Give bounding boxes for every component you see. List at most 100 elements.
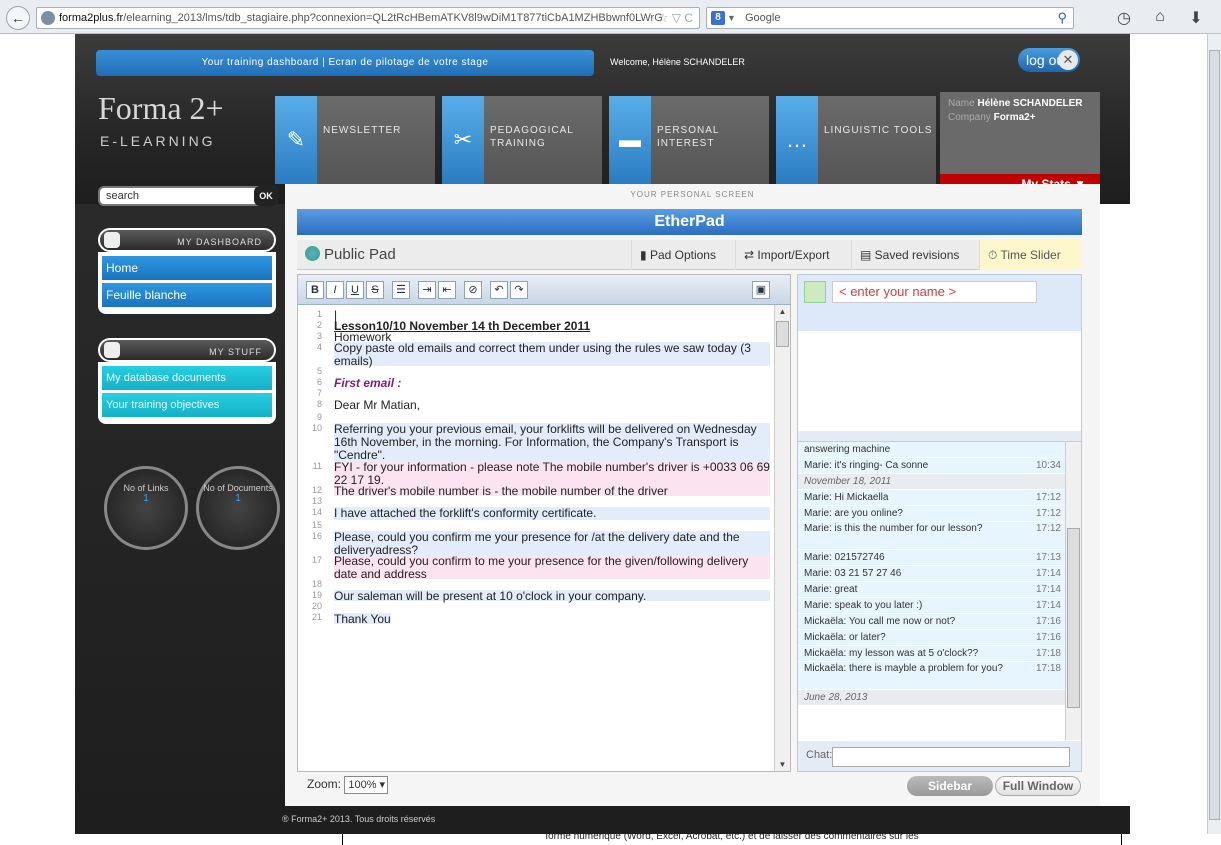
footer-copyright: ® Forma2+ 2013. Tous droits réservés [282, 814, 436, 824]
save-icon[interactable]: ▣ [752, 281, 770, 299]
chat-message: Mickaëla: my lesson was at 5 o'clock?? 17… [798, 646, 1081, 662]
full-window-button[interactable]: Full Window [995, 776, 1081, 796]
chat-text: Mickaëla: there is mayble a problem for … [804, 663, 1003, 674]
chat-input[interactable] [832, 747, 1070, 767]
sidebar-item-feuille-blanche[interactable]: Feuille blanche [102, 283, 272, 307]
panel-title: MY DASHBOARD [177, 237, 262, 247]
bold-button[interactable]: B [306, 281, 324, 299]
editor-line: I have attached the forklift's conformit… [334, 507, 770, 520]
editor-line: Thank You [334, 612, 391, 626]
scroll-down-icon[interactable]: ▼ [776, 758, 789, 771]
nav-linguistic-tools[interactable]: … LINGUISTIC TOOLS [776, 96, 936, 184]
address-bar[interactable]: forma2plus.fr/elearning_2013/lms/tdb_sta… [36, 7, 700, 29]
scroll-thumb[interactable] [776, 321, 789, 347]
sidebar-item-database-documents[interactable]: My database documents [102, 366, 272, 390]
url-actions-icon[interactable]: ☆ ▽ C [658, 8, 693, 28]
zoom-value: 100% [348, 779, 377, 791]
home-icon[interactable]: ⌂ [1150, 8, 1170, 26]
history-icon[interactable]: ◷ [1114, 8, 1134, 28]
tab-pad-options[interactable]: ▮ Pad Options [631, 240, 735, 270]
bullet-list-icon[interactable]: ☰ [392, 281, 410, 299]
user-color-swatch[interactable] [804, 281, 826, 303]
tab-time-slider[interactable]: ⏱ Time Slider [979, 240, 1082, 270]
sidebar-toggle-button[interactable]: Sidebar [907, 776, 993, 796]
undo-icon[interactable]: ↶ [490, 281, 508, 299]
pad-text[interactable]: | Lesson10/10 November 14 th December 20… [334, 309, 770, 769]
chat-messages: answering machine Marie: it's ringing- Ca… [798, 442, 1081, 706]
redo-icon[interactable]: ↷ [510, 281, 528, 299]
sidebar-item-training-objectives[interactable]: Your training objectives [102, 393, 272, 417]
chat-time: 10:34 [1035, 460, 1061, 471]
google-icon[interactable]: 8 [711, 11, 725, 25]
chat-message: Marie: is this the number for our lesson… [798, 522, 1081, 550]
pad-editor[interactable]: B I U S ☰ ⇥ ⇤ ⊘ ↶ ↷ ▣ 1 2 3 4 5 6 7 8 9 10 11 12 13 1… [297, 274, 791, 772]
chat-message: Marie: Hi Mickaella 17:12 [798, 490, 1081, 506]
editor-line: FYI - for your information - please note… [334, 460, 770, 487]
chat-text: Marie: it's ringing- Ca sonne [804, 460, 929, 471]
zoom-control: Zoom: 100% ▾ [307, 776, 389, 794]
my-stuff-panel: My database documents Your training obje… [98, 362, 276, 424]
close-icon: ✕ [1058, 50, 1078, 70]
welcome-text: Welcome, Hélène SCHANDELER [610, 57, 745, 67]
pad-title: Public Pad [324, 246, 396, 263]
nav-newsletter[interactable]: ✎ NEWSLETTER [275, 96, 435, 184]
stuff-icon [104, 342, 120, 358]
chevron-down-icon[interactable]: ▼ [727, 8, 736, 28]
editor-line: Dear Mr Matian, [334, 398, 421, 412]
etherpad-tabs: Public Pad ▮ Pad Options ⇄ Import/Export… [297, 240, 1082, 270]
strikethrough-button[interactable]: S [366, 281, 384, 299]
chat-message: Marie: 021572746 17:13 [798, 550, 1081, 566]
chat-text: Marie: are you online? [804, 508, 903, 519]
scroll-thumb[interactable] [1067, 528, 1080, 708]
panel-title: MY STUFF [209, 347, 262, 357]
company-label: Company [948, 112, 991, 123]
screen-title: YOUR PERSONAL SCREEN [630, 190, 755, 199]
logout-button[interactable]: log out ✕ [1018, 48, 1080, 72]
search-ok-button[interactable]: OK [254, 186, 278, 206]
pad-name: Public Pad [305, 246, 396, 263]
url-host: forma2plus.fr [59, 12, 124, 24]
scroll-thumb[interactable] [1209, 50, 1220, 820]
dashboard-icon [104, 232, 120, 248]
chat-message: Marie: it's ringing- Ca sonne 10:34 [798, 458, 1081, 474]
clear-authorship-icon[interactable]: ⊘ [464, 281, 482, 299]
personal-screen: YOUR PERSONAL SCREEN EtherPad Public Pad… [285, 184, 1100, 806]
nav-label: PEDAGOGICAL TRAINING [490, 125, 574, 149]
sidebar-item-home[interactable]: Home [102, 256, 272, 280]
download-icon[interactable]: ⬇ [1186, 8, 1206, 28]
links-counter: No of Links 1 [104, 466, 188, 550]
search-engine-bar[interactable]: 8 ▼ Google ⚲ [706, 7, 1074, 29]
back-arrow-icon[interactable]: ← [6, 6, 30, 30]
user-name-input[interactable]: < enter your name > [832, 281, 1037, 303]
name-label: Name [948, 98, 975, 109]
outdent-icon[interactable]: ⇤ [438, 281, 456, 299]
magnifier-icon[interactable]: ⚲ [1057, 8, 1067, 28]
user-info-box: Name Hélène SCHANDELER Company Forma2+ M… [940, 92, 1100, 194]
indent-icon[interactable]: ⇥ [418, 281, 436, 299]
chat-text: Marie: speak to you later :) [804, 600, 923, 611]
chat-text: Mickaëla: You call me now or not? [804, 616, 956, 627]
chat-text: Marie: Hi Mickaella [804, 492, 889, 503]
search-placeholder: search [106, 190, 140, 202]
etherpad-title: EtherPad [297, 209, 1082, 235]
dashboard-title-bar: Your training dashboard | Ecran de pilot… [96, 50, 594, 76]
page-scrollbar[interactable] [1207, 34, 1221, 834]
tab-saved-revisions[interactable]: ▤ Saved revisions [851, 240, 979, 270]
nav-pedagogical-training[interactable]: ✂ PEDAGOGICAL TRAINING [442, 96, 602, 184]
tab-import-export[interactable]: ⇄ Import/Export [735, 240, 851, 270]
chat-time: 17:12 [1035, 523, 1061, 534]
nav-personal-interest[interactable]: ▬ PERSONAL INTEREST [609, 96, 769, 184]
zoom-select[interactable]: 100% ▾ [344, 776, 389, 794]
italic-button[interactable]: I [326, 281, 344, 299]
search-input[interactable]: search OK [98, 186, 278, 206]
editor-scrollbar[interactable]: ▲ ▼ [774, 305, 790, 771]
chat-scrollbar[interactable] [1065, 442, 1081, 740]
underline-button[interactable]: U [346, 281, 364, 299]
scroll-up-icon[interactable]: ▲ [776, 305, 789, 318]
nav-label: PERSONAL INTEREST [657, 125, 720, 149]
my-stuff-header: MY STUFF [98, 338, 276, 362]
tab-label: Import/Export [757, 248, 830, 262]
counter-value: 1 [235, 493, 241, 504]
search-engine-name: Google [745, 12, 781, 24]
user-company: Forma2+ [993, 112, 1036, 123]
